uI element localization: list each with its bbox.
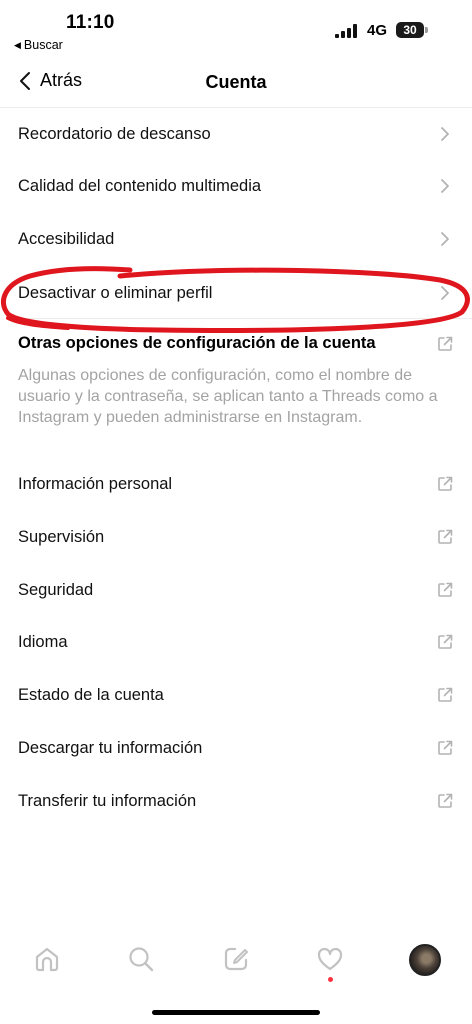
page-title: Cuenta xyxy=(205,72,267,92)
menu-item-label: Accesibilidad xyxy=(18,229,115,248)
external-link-icon xyxy=(436,528,454,546)
menu-item-security[interactable]: Seguridad xyxy=(0,564,472,616)
home-icon xyxy=(35,947,59,972)
external-link-icon[interactable] xyxy=(436,335,454,353)
external-link-icon xyxy=(436,475,454,493)
external-link-icon xyxy=(436,633,454,651)
back-to-app-label: Buscar xyxy=(23,38,63,52)
menu-item-label: Información personal xyxy=(18,474,173,493)
external-link-icon xyxy=(436,686,454,704)
external-link-icon xyxy=(436,581,454,599)
avatar[interactable] xyxy=(409,944,441,976)
compose-icon xyxy=(224,947,248,971)
menu-item-supervision[interactable]: Supervisión xyxy=(0,511,472,563)
menu-item-break-reminder[interactable]: Recordatorio de descanso xyxy=(0,108,472,160)
menu-item-label: Transferir tu información xyxy=(18,791,197,810)
chevron-right-icon xyxy=(436,284,454,302)
battery-cap xyxy=(425,27,428,33)
menu-item-language[interactable]: Idioma xyxy=(0,616,472,668)
section-divider xyxy=(18,318,472,319)
menu-item-label: Idioma xyxy=(18,632,68,651)
back-to-app-link[interactable]: ◀ Buscar xyxy=(14,38,63,52)
external-link-icon xyxy=(436,792,454,810)
battery-icon: 30 xyxy=(396,22,424,38)
signal-icon xyxy=(335,24,357,38)
bottom-tab-bar xyxy=(0,935,472,985)
menu-item-label: Recordatorio de descanso xyxy=(18,124,211,143)
other-settings-description: Algunas opciones de configuración, como … xyxy=(18,367,438,426)
chevron-right-icon xyxy=(436,177,454,195)
menu-item-download-info[interactable]: Descargar tu información xyxy=(0,722,472,774)
menu-item-label: Desactivar o eliminar perfil xyxy=(18,283,213,302)
battery-level: 30 xyxy=(403,23,417,37)
other-settings-title: Otras opciones de configuración de la cu… xyxy=(18,334,376,352)
menu-item-label: Descargar tu información xyxy=(18,738,203,757)
menu-item-label: Supervisión xyxy=(18,527,105,546)
chevron-right-icon xyxy=(436,230,454,248)
status-bar: 11:10 ◀ Buscar 4G 30 xyxy=(0,0,472,58)
menu-item-account-status[interactable]: Estado de la cuenta xyxy=(0,669,472,721)
chevron-right-icon xyxy=(436,125,454,143)
status-time: 11:10 xyxy=(66,12,115,33)
home-indicator xyxy=(152,1010,320,1015)
network-type: 4G xyxy=(367,22,388,39)
tab-home[interactable] xyxy=(29,941,65,977)
tab-compose[interactable] xyxy=(218,941,254,977)
search-icon xyxy=(129,947,154,972)
menu-item-deactivate-delete[interactable]: Desactivar o eliminar perfil xyxy=(0,267,472,319)
menu-item-label: Seguridad xyxy=(18,580,94,599)
back-triangle-icon: ◀ xyxy=(14,39,21,50)
heart-icon xyxy=(317,947,343,971)
menu-item-accessibility[interactable]: Accesibilidad xyxy=(0,213,472,265)
notification-dot xyxy=(328,977,333,982)
menu-item-label: Estado de la cuenta xyxy=(18,685,164,704)
external-link-icon xyxy=(436,739,454,757)
menu-item-personal-info[interactable]: Información personal xyxy=(0,458,472,510)
menu-item-media-quality[interactable]: Calidad del contenido multimedia xyxy=(0,160,472,212)
menu-item-transfer-info[interactable]: Transferir tu información xyxy=(0,775,472,827)
nav-header: Atrás Cuenta xyxy=(0,60,472,108)
tab-search[interactable] xyxy=(123,941,159,977)
tab-activity[interactable] xyxy=(312,941,348,977)
menu-item-label: Calidad del contenido multimedia xyxy=(18,176,262,195)
